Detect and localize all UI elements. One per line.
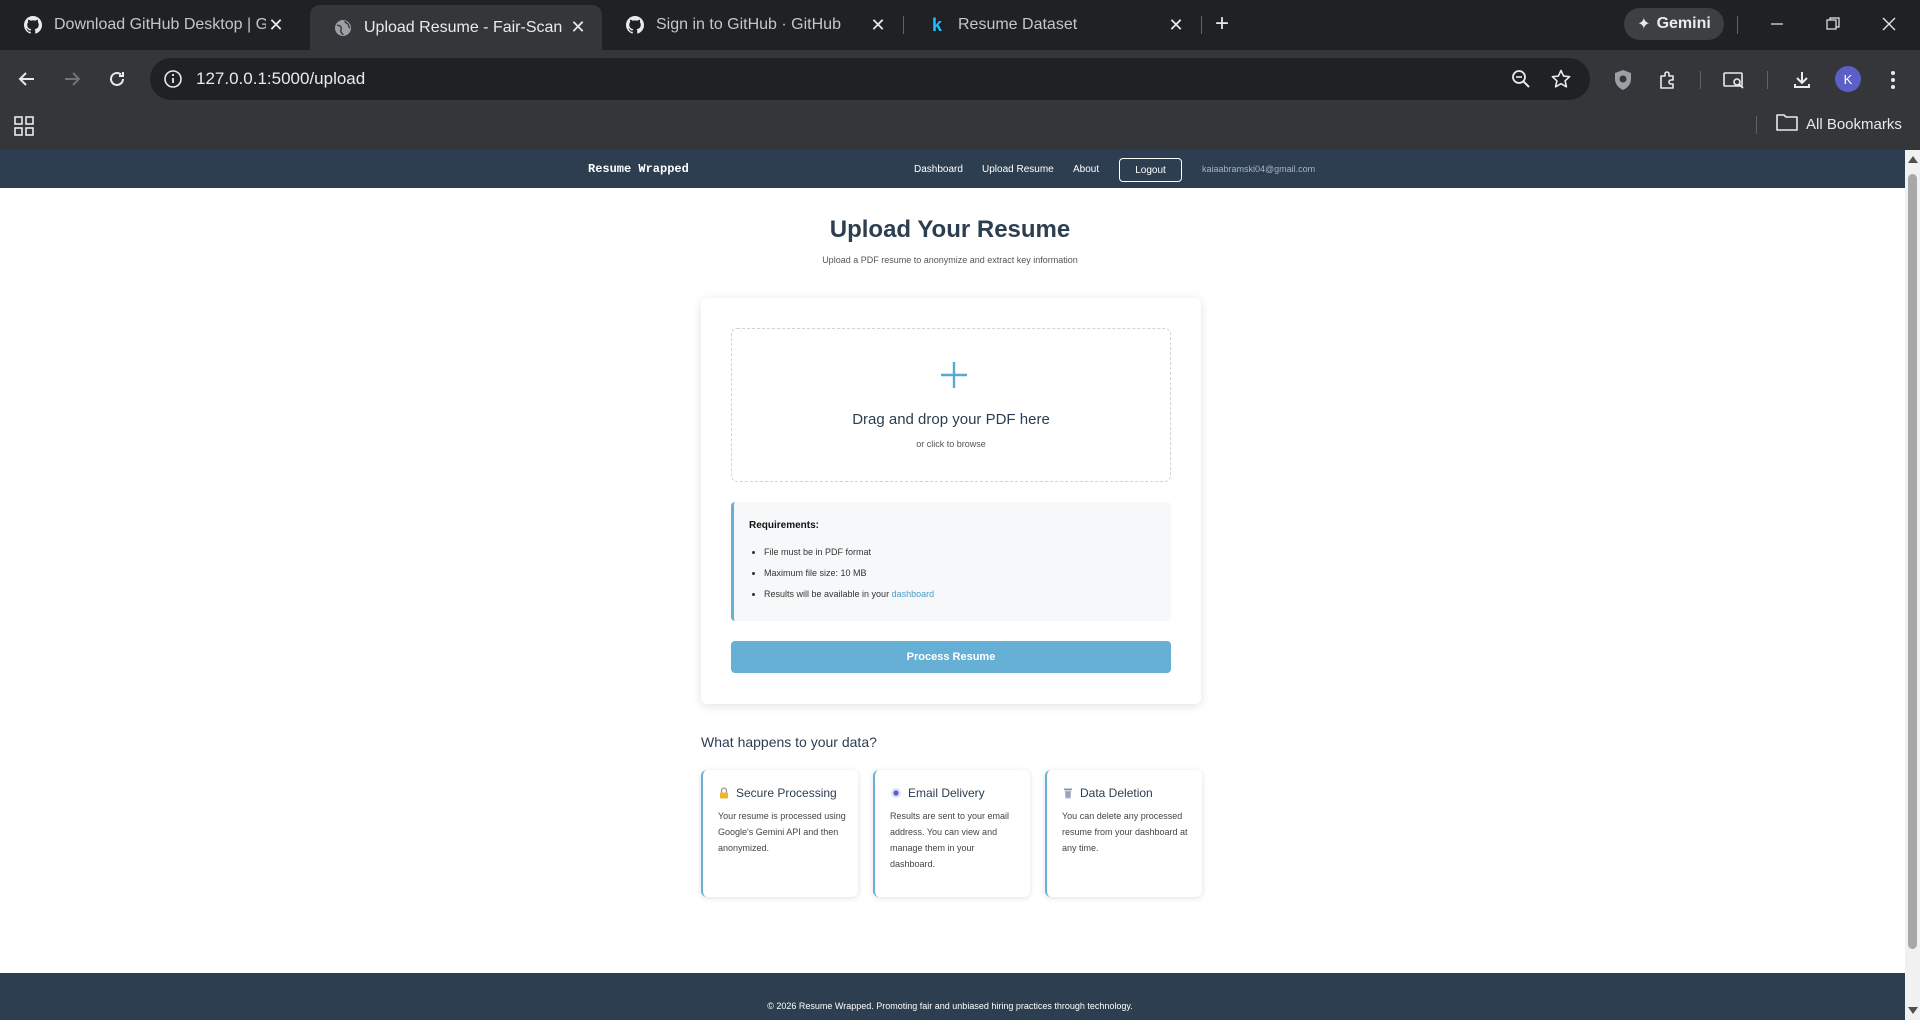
requirement-item: Results will be available in your dashbo…: [764, 584, 934, 605]
toolbar-divider: [1700, 71, 1701, 89]
shield-extension-icon[interactable]: [1610, 67, 1636, 93]
logout-button[interactable]: Logout: [1119, 158, 1182, 182]
requirements-box: Requirements: File must be in PDF format…: [731, 502, 1171, 621]
page-viewport: Resume Wrapped Dashboard Upload Resume A…: [0, 150, 1905, 1020]
close-icon[interactable]: ✕: [868, 15, 888, 35]
info-card-secure-processing: Secure Processing Your resume is process…: [701, 770, 858, 897]
toolbar-divider: [1737, 16, 1738, 34]
info-card-title: Email Delivery: [908, 786, 985, 800]
profile-avatar[interactable]: K: [1835, 66, 1861, 92]
info-card-body: You can delete any processed resume from…: [1062, 811, 1188, 853]
tab-title: Resume Dataset: [958, 16, 1078, 33]
scroll-down-arrow-icon[interactable]: [1908, 1007, 1918, 1014]
scroll-up-arrow-icon[interactable]: [1908, 156, 1918, 163]
requirement-text: Results will be available in your: [764, 589, 892, 599]
kebab-menu-icon[interactable]: [1880, 67, 1906, 93]
requirement-item: Maximum file size: 10 MB: [764, 563, 934, 584]
page-subtitle: Upload a PDF resume to anonymize and ext…: [822, 255, 1078, 265]
pdf-dropzone[interactable]: Drag and drop your PDF here or click to …: [731, 328, 1171, 482]
github-icon: [24, 16, 42, 34]
back-button[interactable]: [14, 66, 40, 92]
dropzone-subtitle: or click to browse: [916, 439, 986, 449]
site-footer: © 2026 Resume Wrapped. Promoting fair an…: [0, 973, 1905, 1020]
cast-search-icon[interactable]: [1721, 67, 1747, 93]
sparkle-icon: ✦: [1637, 16, 1651, 33]
requirements-title: Requirements:: [749, 520, 820, 531]
site-info-icon[interactable]: [162, 68, 184, 90]
dashboard-link[interactable]: dashboard: [892, 589, 935, 599]
all-bookmarks-button[interactable]: All Bookmarks: [1776, 113, 1902, 135]
bookmarks-divider: [1756, 116, 1757, 134]
extensions-puzzle-icon[interactable]: [1655, 67, 1681, 93]
nav-about[interactable]: About: [1073, 164, 1099, 175]
nav-upload-resume[interactable]: Upload Resume: [982, 164, 1054, 175]
footer-copyright: © 2026 Resume Wrapped. Promoting fair an…: [767, 1001, 1133, 1011]
folder-icon: [1776, 113, 1798, 135]
tab-title: Sign in to GitHub · GitHub: [656, 16, 841, 33]
restore-button[interactable]: [1821, 12, 1845, 36]
new-tab-button[interactable]: +: [1208, 10, 1236, 38]
nav-dashboard[interactable]: Dashboard: [914, 164, 963, 175]
tab-divider: [1201, 16, 1202, 34]
plus-icon: [940, 361, 968, 389]
info-card-data-deletion: Data Deletion You can delete any process…: [1045, 770, 1202, 897]
tab-github-signin[interactable]: Sign in to GitHub · GitHub ✕: [602, 7, 902, 43]
tab-upload-resume[interactable]: Upload Resume - Fair-Scan ✕: [310, 5, 602, 50]
info-card-title: Secure Processing: [736, 786, 837, 800]
data-section-title: What happens to your data?: [701, 734, 877, 750]
address-bar[interactable]: 127.0.0.1:5000/upload: [150, 58, 1590, 100]
info-card-body: Your resume is processed using Google's …: [718, 811, 846, 853]
zoom-icon[interactable]: [1510, 68, 1532, 90]
lock-icon: [718, 787, 730, 799]
page-scrollbar[interactable]: [1905, 150, 1920, 1020]
apps-grid-icon[interactable]: [14, 116, 34, 136]
gemini-button[interactable]: ✦ Gemini: [1624, 8, 1724, 40]
forward-button[interactable]: [59, 66, 85, 92]
site-brand[interactable]: Resume Wrapped: [588, 162, 689, 176]
info-card-header: Secure Processing: [718, 786, 837, 800]
page-title: Upload Your Resume: [829, 216, 1071, 243]
all-bookmarks-label: All Bookmarks: [1806, 115, 1902, 133]
site-navbar: Resume Wrapped Dashboard Upload Resume A…: [0, 150, 1905, 188]
gemini-label: Gemini: [1656, 15, 1711, 32]
toolbar-divider: [1767, 71, 1768, 89]
download-icon[interactable]: [1789, 67, 1815, 93]
close-icon[interactable]: ✕: [1166, 15, 1186, 35]
bookmark-star-icon[interactable]: [1550, 68, 1572, 90]
trash-icon: [1062, 787, 1074, 799]
tab-title: Download GitHub Desktop | GitHub: [54, 16, 266, 33]
info-card-email-delivery: Email Delivery Results are sent to your …: [873, 770, 1030, 897]
tab-github-desktop[interactable]: Download GitHub Desktop | GitHub ✕: [0, 7, 300, 43]
info-card-header: Email Delivery: [890, 786, 985, 800]
requirements-list: File must be in PDF format Maximum file …: [764, 542, 934, 605]
requirement-item: File must be in PDF format: [764, 542, 934, 563]
tab-title: Upload Resume - Fair-Scan: [364, 18, 563, 36]
tab-resume-dataset[interactable]: k Resume Dataset ✕: [904, 7, 1200, 43]
close-window-button[interactable]: [1877, 12, 1901, 36]
scrollbar-thumb[interactable]: [1908, 174, 1917, 949]
globe-icon: [334, 19, 352, 37]
close-icon[interactable]: ✕: [266, 15, 286, 35]
close-icon[interactable]: ✕: [568, 17, 588, 38]
process-resume-button[interactable]: Process Resume: [731, 641, 1171, 673]
reload-button[interactable]: [104, 66, 130, 92]
browser-toolbar: 127.0.0.1:5000/upload K: [0, 50, 1920, 108]
bookmarks-bar: [0, 108, 1920, 150]
kaggle-icon: k: [931, 14, 942, 35]
info-card-body: Results are sent to your email address. …: [890, 811, 1010, 869]
minimize-button[interactable]: [1765, 12, 1789, 36]
info-card-title: Data Deletion: [1080, 786, 1153, 800]
url-text[interactable]: 127.0.0.1:5000/upload: [196, 69, 365, 89]
email-icon: [890, 787, 902, 799]
browser-tabstrip: Download GitHub Desktop | GitHub ✕ Uploa…: [0, 0, 1920, 50]
user-email: kaiaabramski04@gmail.com: [1202, 164, 1316, 174]
upload-card: Drag and drop your PDF here or click to …: [701, 298, 1201, 704]
dropzone-title: Drag and drop your PDF here: [852, 411, 1050, 428]
info-card-header: Data Deletion: [1062, 786, 1153, 800]
github-icon: [626, 16, 644, 34]
